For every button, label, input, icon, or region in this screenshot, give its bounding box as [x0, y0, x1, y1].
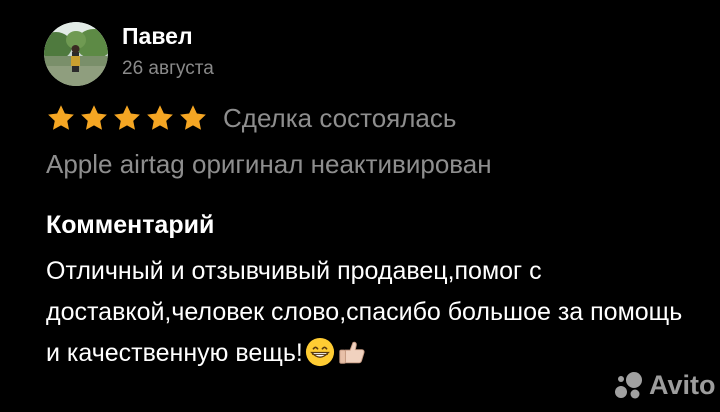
star-icon [81, 105, 107, 130]
grinning-face-emoji-icon [305, 337, 334, 367]
avatar-photo [44, 22, 108, 86]
comment-body: Отличный и отзывчивый продавец,помог с д… [46, 251, 686, 374]
author-avatar[interactable] [44, 22, 108, 86]
thumbs-up-emoji-icon [339, 341, 365, 364]
avito-brand-text: Avito [649, 370, 716, 400]
review-date: 26 августа [122, 58, 214, 79]
deal-status: Сделка состоялась [223, 103, 457, 133]
review-header: Павел 26 августа [44, 22, 214, 86]
star-icon [147, 105, 173, 130]
star-icon [48, 105, 74, 130]
avito-logo-icon [615, 372, 642, 399]
avito-watermark: Avito [612, 368, 716, 402]
comment-heading: Комментарий [46, 211, 215, 239]
review-card: Павел 26 августа Сделка состоялась Apple… [0, 0, 720, 412]
author-name[interactable]: Павел [122, 21, 214, 51]
star-icon [114, 105, 140, 130]
item-title: Apple airtag оригинал неактивирован [46, 149, 492, 179]
star-icon [180, 105, 206, 130]
rating-row: Сделка состоялась [46, 101, 456, 135]
author-info: Павел 26 августа [122, 23, 214, 81]
star-rating [46, 103, 211, 133]
